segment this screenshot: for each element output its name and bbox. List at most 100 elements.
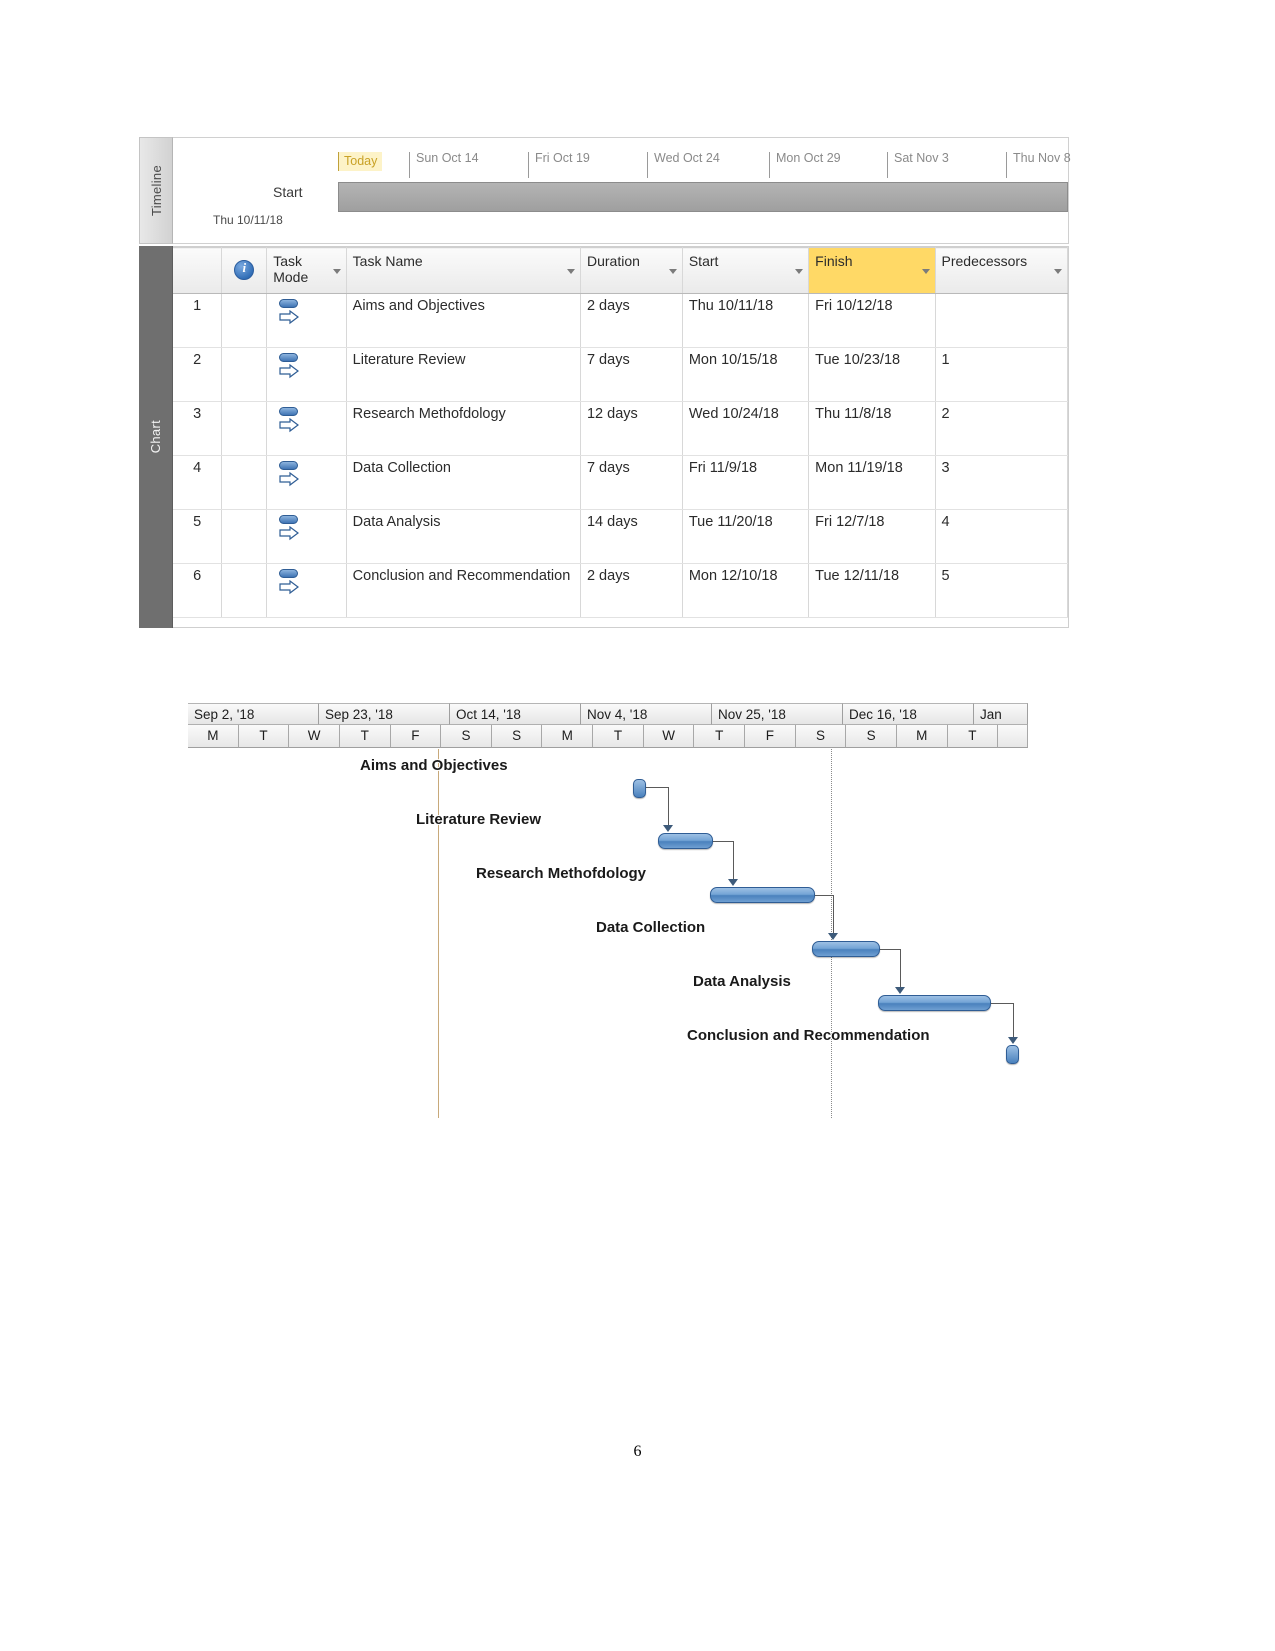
row-start[interactable]: Wed 10/24/18 (682, 401, 810, 456)
table-row[interactable]: 1 Aims and Objectives 2 days Thu 10/11/18 Fr… (173, 293, 1068, 348)
row-duration[interactable]: 7 days (580, 455, 683, 510)
row-task-name[interactable]: Research Methofdology (346, 401, 581, 456)
row-predecessors[interactable]: 3 (935, 455, 1068, 510)
link-line (713, 841, 733, 842)
column-header-id[interactable] (173, 247, 223, 294)
table-row[interactable]: 5 Data Analysis 14 days Tue 11/20/18 Fri 12/… (173, 509, 1068, 564)
timeline-tick-4: Sat Nov 3 (887, 152, 949, 178)
gantt-bar[interactable] (812, 941, 880, 957)
table-row[interactable]: 3 Research Methofdology 12 days Wed 10/24/1… (173, 401, 1068, 456)
chevron-down-icon[interactable] (332, 269, 341, 274)
timeline-pane-tab-label: Timeline (148, 164, 164, 217)
row-predecessors[interactable] (935, 293, 1068, 348)
column-header-task-name-label: Task Name (352, 253, 423, 269)
row-indicators[interactable] (221, 401, 268, 456)
gantt-bar[interactable] (710, 887, 815, 903)
row-task-mode[interactable] (266, 563, 347, 618)
row-predecessors[interactable]: 5 (935, 563, 1068, 618)
row-predecessors[interactable]: 4 (935, 509, 1068, 564)
column-header-duration[interactable]: Duration (580, 247, 683, 294)
row-start[interactable]: Mon 12/10/18 (682, 563, 810, 618)
row-start[interactable]: Tue 11/20/18 (682, 509, 810, 564)
timeline-pane-tab[interactable]: Timeline (139, 137, 173, 244)
row-duration[interactable]: 2 days (580, 293, 683, 348)
gantt-day-cell: T (694, 725, 746, 748)
gantt-plot-area[interactable]: Aims and Objectives Literature Review Rese… (188, 749, 1028, 1118)
column-header-indicators[interactable] (221, 247, 268, 294)
gantt-timescale-header: Sep 2, '18 Sep 23, '18 Oct 14, '18 Nov 4, '… (188, 703, 1029, 748)
column-header-start[interactable]: Start (682, 247, 810, 294)
gantt-chart[interactable]: Sep 2, '18 Sep 23, '18 Oct 14, '18 Nov 4, '… (188, 703, 1029, 1118)
link-line (733, 841, 734, 881)
row-duration[interactable]: 7 days (580, 347, 683, 402)
row-id: 4 (173, 455, 223, 510)
row-indicators[interactable] (221, 455, 268, 510)
chevron-down-icon[interactable] (1054, 269, 1062, 274)
row-task-mode[interactable] (266, 347, 347, 402)
row-duration[interactable]: 2 days (580, 563, 683, 618)
row-finish[interactable]: Tue 12/11/18 (808, 563, 936, 618)
gantt-bar[interactable] (658, 833, 713, 849)
column-header-predecessors[interactable]: Predecessors (935, 247, 1068, 294)
timeline-today-marker: Today (338, 152, 383, 171)
column-header-finish[interactable]: Finish (808, 247, 936, 294)
gantt-milestone[interactable] (1006, 1045, 1019, 1064)
link-line (833, 895, 834, 935)
gantt-day-cell: T (238, 725, 290, 748)
timeline-tick-row: Today Sun Oct 14 Fri Oct 19 Wed Oct 24 M… (173, 138, 1071, 182)
task-entry-table[interactable]: Task Mode Task Name Duration Start (173, 246, 1069, 628)
row-task-name[interactable]: Aims and Objectives (346, 293, 581, 348)
row-task-name[interactable]: Conclusion and Recommendation (346, 563, 581, 618)
row-indicators[interactable] (221, 347, 268, 402)
gantt-milestone[interactable] (633, 779, 646, 798)
chart-pane-tab[interactable]: Chart (139, 246, 173, 628)
row-id: 2 (173, 347, 223, 402)
timeline-span-bar[interactable] (338, 182, 1068, 212)
ms-project-screenshot: Timeline Chart Today Sun Oct 14 Fri Oct … (139, 137, 1071, 628)
row-indicators[interactable] (221, 509, 268, 564)
gantt-day-cell: M (188, 725, 239, 748)
row-finish[interactable]: Fri 10/12/18 (808, 293, 936, 348)
link-arrow-icon (828, 933, 838, 940)
link-arrow-icon (1008, 1037, 1018, 1044)
row-predecessors[interactable]: 1 (935, 347, 1068, 402)
row-indicators[interactable] (221, 563, 268, 618)
timeline-pane[interactable]: Today Sun Oct 14 Fri Oct 19 Wed Oct 24 M… (173, 137, 1071, 244)
row-start[interactable]: Mon 10/15/18 (682, 347, 810, 402)
link-arrow-icon (663, 825, 673, 832)
row-finish[interactable]: Fri 12/7/18 (808, 509, 936, 564)
gantt-bar[interactable] (878, 995, 991, 1011)
link-line (646, 787, 668, 788)
column-header-task-mode[interactable]: Task Mode (266, 247, 347, 294)
row-task-mode[interactable] (266, 455, 347, 510)
table-row[interactable]: 4 Data Collection 7 days Fri 11/9/18 Mon 11/… (173, 455, 1068, 510)
gantt-bar-label: Research Methofdology (476, 865, 647, 882)
row-task-mode[interactable] (266, 401, 347, 456)
row-task-name[interactable]: Data Analysis (346, 509, 581, 564)
timeline-tick-5: Thu Nov 8 (1006, 152, 1071, 178)
page-number: 6 (633, 1443, 642, 1460)
row-finish[interactable]: Thu 11/8/18 (808, 401, 936, 456)
table-row[interactable]: 6 Conclusion and Recommendation 2 days Mon … (173, 563, 1068, 618)
row-start[interactable]: Thu 10/11/18 (682, 293, 810, 348)
gantt-day-cell: T (339, 725, 391, 748)
row-predecessors[interactable]: 2 (935, 401, 1068, 456)
row-finish[interactable]: Mon 11/19/18 (808, 455, 936, 510)
row-task-name[interactable]: Data Collection (346, 455, 581, 510)
gantt-day-row: MTWTFSSMTWTFSSMT (188, 725, 1029, 748)
table-row[interactable]: 2 Literature Review 7 days Mon 10/15/18 Tue … (173, 347, 1068, 402)
row-duration[interactable]: 12 days (580, 401, 683, 456)
chevron-down-icon[interactable] (668, 269, 677, 274)
row-duration[interactable]: 14 days (580, 509, 683, 564)
row-finish[interactable]: Tue 10/23/18 (808, 347, 936, 402)
chevron-down-icon[interactable] (566, 269, 575, 274)
chevron-down-icon[interactable] (921, 269, 930, 274)
row-task-name[interactable]: Literature Review (346, 347, 581, 402)
column-header-task-name[interactable]: Task Name (346, 247, 581, 294)
row-start[interactable]: Fri 11/9/18 (682, 455, 810, 510)
gantt-week-cell: Sep 2, '18 (188, 703, 319, 725)
row-task-mode[interactable] (266, 293, 347, 348)
chevron-down-icon[interactable] (795, 269, 804, 274)
row-task-mode[interactable] (266, 509, 347, 564)
row-indicators[interactable] (221, 293, 268, 348)
